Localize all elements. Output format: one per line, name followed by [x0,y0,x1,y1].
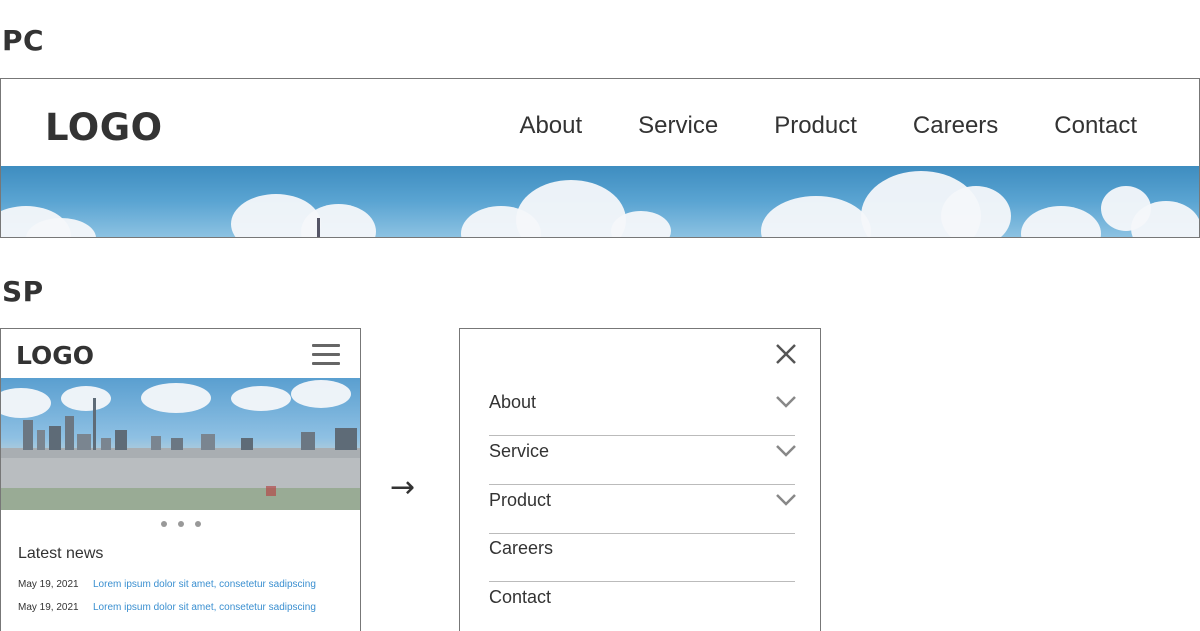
close-icon[interactable] [775,343,797,365]
sp-menu-item-service[interactable]: Service [489,435,797,485]
sp-menu-item-label: Service [489,441,550,461]
sp-menu-item-label: About [489,392,537,412]
pc-section-label: PC [2,24,45,57]
pc-header-mockup: LOGO About Service Product Careers Conta… [0,78,1200,238]
news-date: May 19, 2021 [18,602,79,613]
pc-logo[interactable]: LOGO [45,106,163,149]
sp-menu-item-about[interactable]: About [489,386,797,436]
sp-section-label: SP [2,275,44,308]
pc-nav-menu: About Service Product Careers Contact [463,112,1137,140]
news-link[interactable]: Lorem ipsum dolor sit amet, consetetur s… [93,579,316,590]
pc-nav-product[interactable]: Product [774,112,857,140]
sp-menu-item-label: Contact [489,587,552,607]
carousel-dots [161,521,201,527]
pc-nav-contact[interactable]: Contact [1054,112,1137,140]
sp-menu-item-label: Careers [489,538,554,558]
sp-menu-mockup: About Service Product Careers Contact [459,328,821,631]
news-item: May 19, 2021 Lorem ipsum dolor sit amet, … [18,602,316,613]
pc-nav-careers[interactable]: Careers [913,112,998,140]
hero-city-image [1,378,360,510]
carousel-dot[interactable] [178,521,184,527]
pc-nav-service[interactable]: Service [638,112,718,140]
city-skyline [1,398,360,510]
sp-menu-item-careers[interactable]: Careers [489,532,795,582]
hero-sky-image [1,166,1199,237]
news-link[interactable]: Lorem ipsum dolor sit amet, consetetur s… [93,602,316,613]
news-heading: Latest news [18,545,104,562]
sp-logo[interactable]: LOGO [16,341,94,370]
sp-menu-item-product[interactable]: Product [489,484,797,534]
carousel-dot[interactable] [161,521,167,527]
pc-nav-about[interactable]: About [519,112,582,140]
carousel-dot[interactable] [195,521,201,527]
hamburger-menu-icon[interactable] [312,344,340,366]
sp-menu-item-contact[interactable]: Contact [489,581,795,630]
chevron-down-icon[interactable] [775,442,797,458]
news-item: May 19, 2021 Lorem ipsum dolor sit amet, … [18,579,316,590]
chevron-down-icon[interactable] [775,491,797,507]
pc-navbar: LOGO About Service Product Careers Conta… [1,79,1199,166]
sp-page-mockup: LOGO Latest news May 19, 2021 Lorem ipsu… [0,328,361,631]
sp-menu-item-label: Product [489,490,552,510]
news-date: May 19, 2021 [18,579,79,590]
chevron-down-icon[interactable] [775,393,797,409]
transition-arrow: → [390,470,416,505]
